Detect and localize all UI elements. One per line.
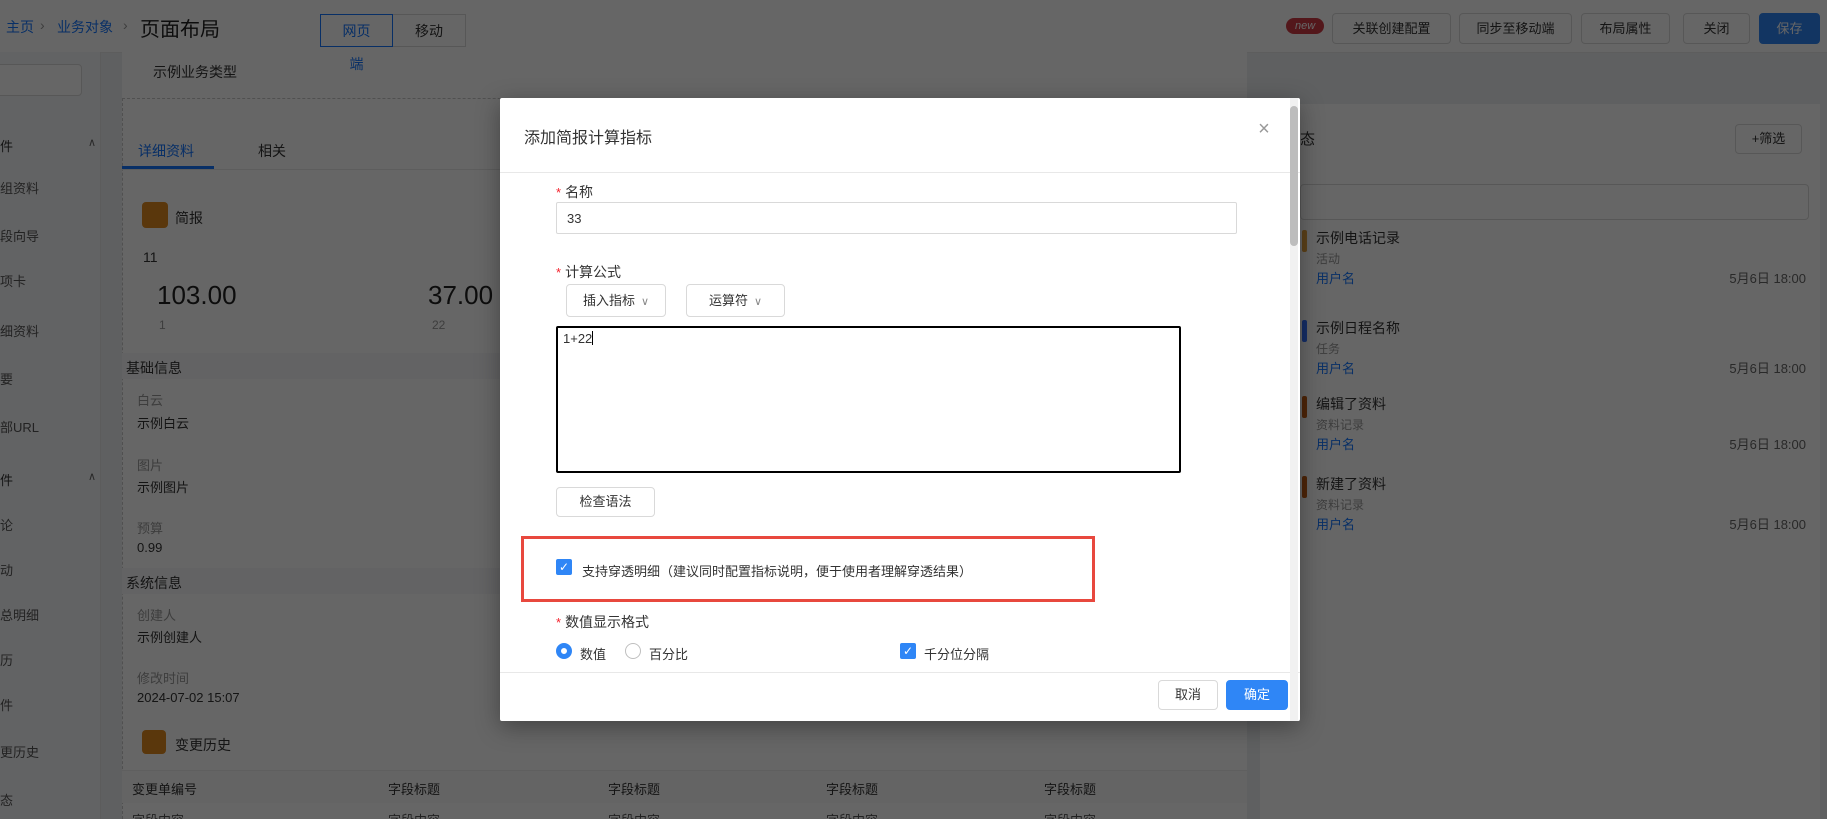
annotation-highlight-box: ✓ 支持穿透明细（建议同时配置指标说明，便于使用者理解穿透结果） [521, 536, 1095, 602]
dialog-header-divider [500, 172, 1300, 173]
dialog-scrollbar-thumb[interactable] [1290, 106, 1298, 246]
drill-through-label: 支持穿透明细（建议同时配置指标说明，便于使用者理解穿透结果） [582, 561, 972, 580]
confirm-button[interactable]: 确定 [1226, 680, 1288, 710]
formula-field-label: *计算公式 [556, 262, 621, 282]
format-field-label: *数值显示格式 [556, 612, 649, 632]
chevron-down-icon: ∨ [754, 296, 762, 308]
radio-percent-label: 百分比 [649, 644, 688, 663]
name-input[interactable] [556, 202, 1237, 234]
check-icon: ✓ [903, 644, 913, 658]
radio-number-label: 数值 [580, 644, 606, 663]
operator-dropdown[interactable]: 运算符∨ [686, 284, 785, 317]
required-mark: * [556, 615, 561, 630]
thousand-separator-label: 千分位分隔 [924, 644, 989, 663]
screen: 主页 › 业务对象 › 页面布局 网页端 移动端 new 关联创建配置 同步至移… [0, 0, 1827, 819]
dialog-title: 添加简报计算指标 [524, 124, 652, 148]
insert-metric-dropdown[interactable]: 插入指标∨ [566, 284, 666, 317]
formula-textarea[interactable]: 1+22 [556, 326, 1181, 473]
required-mark: * [556, 265, 561, 280]
dialog-footer-divider [500, 672, 1300, 673]
drill-through-checkbox[interactable]: ✓ [556, 559, 572, 575]
radio-number[interactable] [556, 643, 572, 659]
add-metric-dialog: 添加简报计算指标 × *名称 *计算公式 插入指标∨ 运算符∨ 1+22 检查语… [500, 98, 1300, 721]
check-icon: ✓ [559, 560, 569, 574]
name-field-label: *名称 [556, 182, 593, 202]
thousand-separator-checkbox[interactable]: ✓ [900, 643, 916, 659]
required-mark: * [556, 185, 561, 200]
text-cursor [592, 331, 593, 345]
check-syntax-button[interactable]: 检查语法 [556, 487, 655, 517]
cancel-button[interactable]: 取消 [1158, 680, 1218, 710]
close-icon[interactable]: × [1252, 118, 1276, 141]
radio-percent[interactable] [625, 643, 641, 659]
chevron-down-icon: ∨ [641, 296, 649, 308]
